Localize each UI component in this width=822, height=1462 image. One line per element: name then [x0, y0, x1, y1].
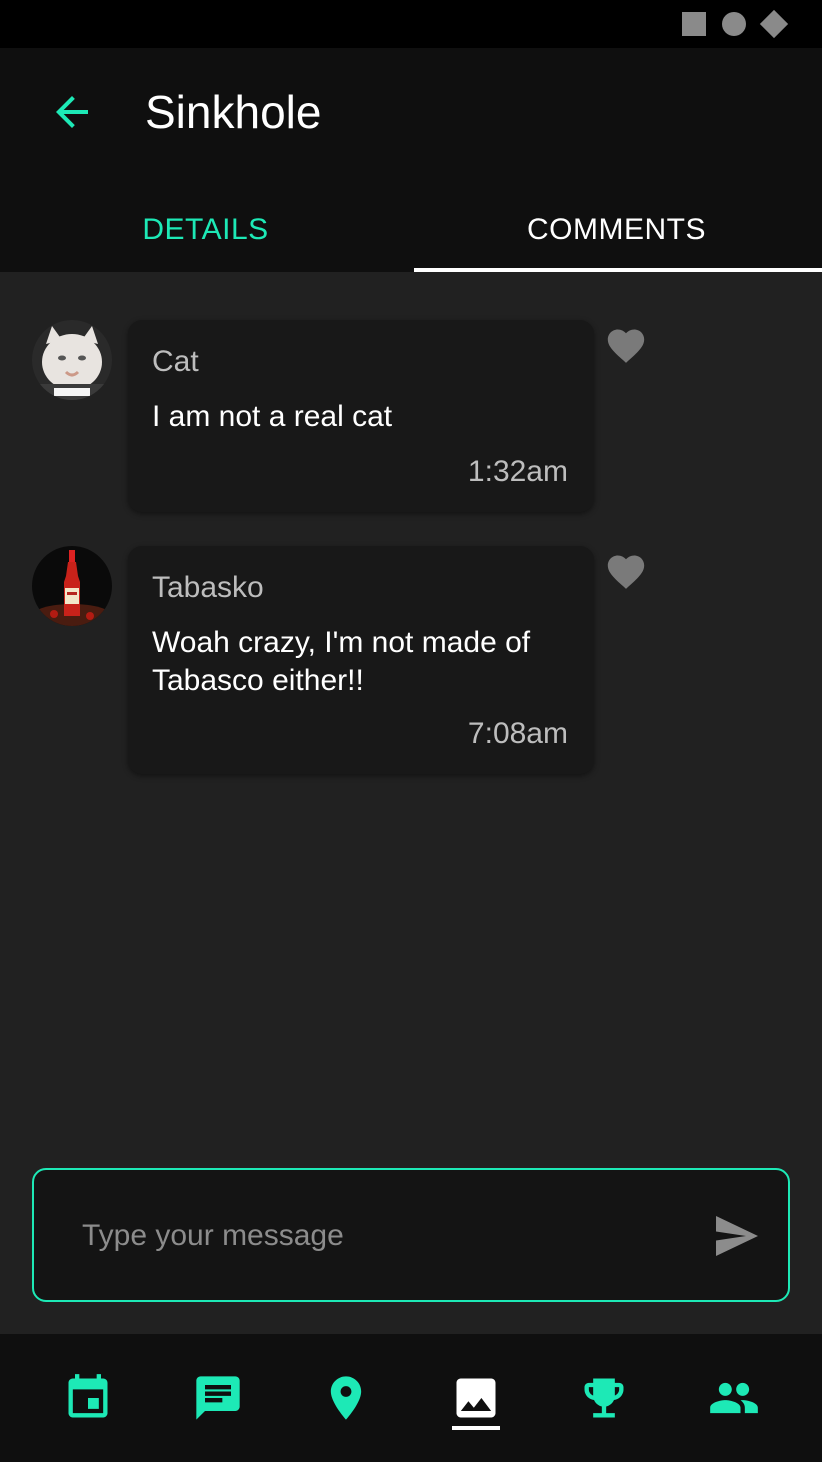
- status-diamond-icon: [759, 9, 789, 39]
- message-composer: [32, 1168, 790, 1302]
- send-button[interactable]: [712, 1214, 760, 1258]
- nav-gallery[interactable]: [450, 1372, 502, 1424]
- nav-chat[interactable]: [192, 1372, 244, 1424]
- people-icon: [710, 1382, 758, 1414]
- bottom-navigation: [0, 1334, 822, 1462]
- tab-comments-label: COMMENTS: [527, 213, 706, 246]
- comment-text: I am not a real cat: [152, 400, 393, 433]
- back-button[interactable]: [48, 88, 96, 136]
- chat-icon: [196, 1376, 240, 1420]
- status-bar: [0, 0, 822, 48]
- cat-avatar[interactable]: [32, 320, 112, 400]
- trophy-icon: [584, 1378, 624, 1418]
- app-bar: Sinkhole DETAILS COMMENTS: [0, 48, 822, 272]
- comment-bubble: Cat I am not a real cat 1:32am: [128, 320, 594, 512]
- nav-active-indicator: [452, 1426, 500, 1430]
- comment-time: 1:32am: [467, 455, 568, 488]
- nav-people[interactable]: [708, 1372, 760, 1424]
- nav-trophy[interactable]: [578, 1372, 630, 1424]
- comment-text: Woah crazy, I'm not made of Tabasco eith…: [152, 626, 531, 697]
- comment-author: Cat: [152, 345, 199, 378]
- like-button[interactable]: [604, 324, 648, 364]
- page-title: Sinkhole: [145, 86, 322, 138]
- tabasco-bottle-avatar[interactable]: [32, 546, 112, 626]
- status-square-icon: [682, 12, 706, 36]
- calendar-icon: [68, 1374, 108, 1418]
- comment-bubble: Tabasko Woah crazy, I'm not made of Taba…: [128, 546, 594, 774]
- active-tab-indicator: [414, 268, 822, 272]
- tab-details[interactable]: DETAILS: [0, 188, 411, 272]
- send-icon: [716, 1216, 758, 1256]
- like-button[interactable]: [604, 550, 648, 590]
- arrow-left-icon: [56, 96, 88, 128]
- message-input[interactable]: [80, 1210, 684, 1262]
- heart-icon: [607, 329, 645, 363]
- location-pin-icon: [330, 1376, 362, 1420]
- tab-details-label: DETAILS: [142, 213, 269, 246]
- status-circle-icon: [722, 12, 746, 36]
- comment-author: Tabasko: [152, 571, 264, 604]
- heart-icon: [607, 555, 645, 589]
- image-icon: [456, 1378, 496, 1418]
- nav-calendar[interactable]: [62, 1372, 114, 1424]
- nav-location[interactable]: [320, 1372, 372, 1424]
- tab-comments[interactable]: COMMENTS: [411, 188, 822, 272]
- comment-time: 7:08am: [467, 717, 568, 750]
